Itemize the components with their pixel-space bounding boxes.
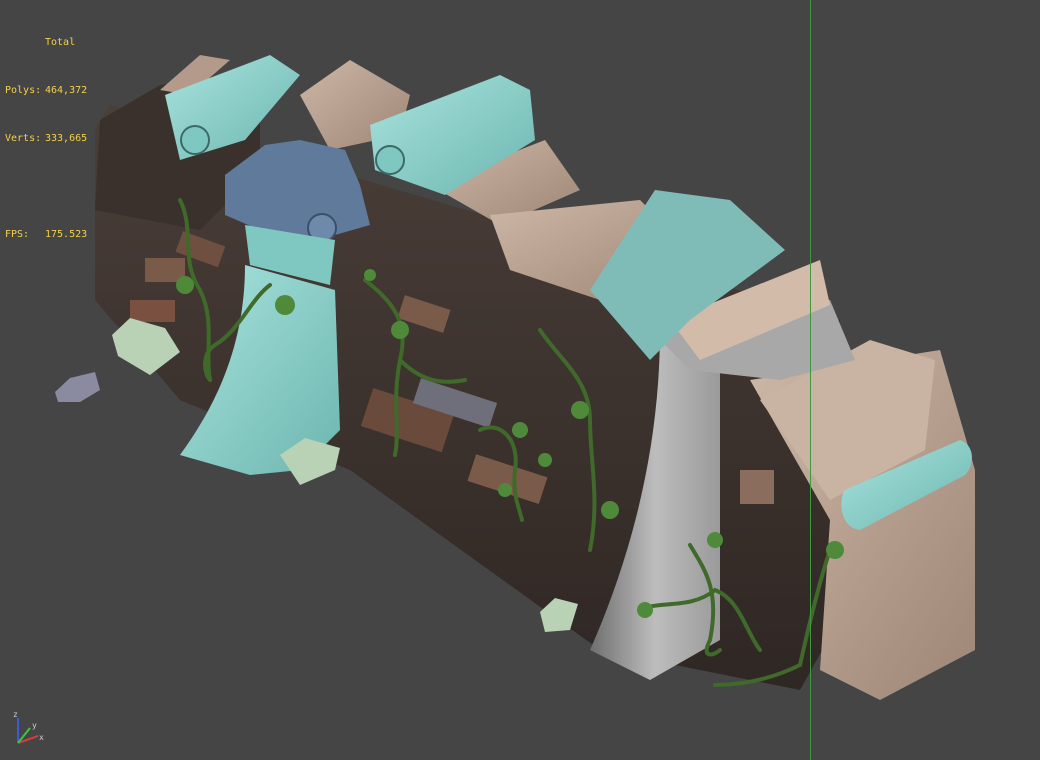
- brick: [740, 470, 774, 504]
- fps-value: 175.523: [45, 229, 88, 240]
- axis-gizmo-icon: z y x: [13, 710, 44, 744]
- fps-row: FPS: 175.523: [5, 227, 87, 243]
- viewport-grid-line: [810, 0, 811, 760]
- axis-x-label: x: [39, 733, 44, 742]
- loose-rock: [55, 372, 100, 402]
- stats-title: Total: [45, 37, 76, 48]
- verts-label: Verts:: [5, 133, 42, 144]
- verts-row: Verts: 333,665: [5, 131, 87, 147]
- 3d-viewport[interactable]: Total Polys: 464,372 Verts: 333,665 FPS:…: [0, 0, 1040, 760]
- polys-value: 464,372: [45, 85, 88, 96]
- polys-label: Polys:: [5, 85, 42, 96]
- verts-value: 333,665: [45, 133, 88, 144]
- fps-label: FPS:: [5, 229, 30, 240]
- brick: [130, 300, 175, 322]
- polys-row: Polys: 464,372: [5, 83, 87, 99]
- axis-y-label: y: [32, 721, 37, 730]
- ruined-wall-model: [55, 55, 975, 700]
- viewport-statistics: Total Polys: 464,372 Verts: 333,665 FPS:…: [5, 3, 87, 275]
- axis-z-label: z: [13, 710, 18, 719]
